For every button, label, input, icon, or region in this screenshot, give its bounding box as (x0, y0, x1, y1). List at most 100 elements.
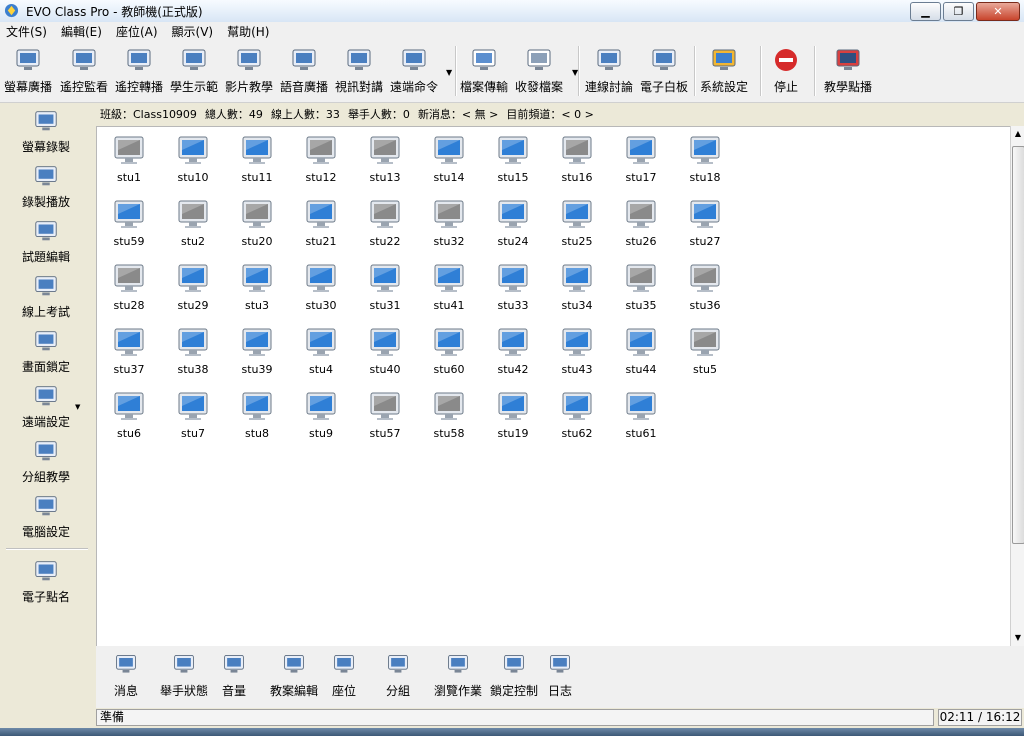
student-computer[interactable]: stu37 (97, 327, 161, 376)
bottom-button-volume[interactable]: 音量 (214, 652, 254, 699)
student-computer[interactable]: stu32 (417, 199, 481, 248)
student-computer[interactable]: stu3 (225, 263, 289, 312)
menu-edit[interactable]: 編輯(E) (55, 22, 110, 40)
vertical-scrollbar[interactable]: ▲ ▼ (1010, 126, 1024, 646)
student-computer[interactable]: stu21 (289, 199, 353, 248)
student-computer[interactable]: stu11 (225, 135, 289, 184)
student-computer[interactable]: stu40 (353, 327, 417, 376)
student-computer[interactable]: stu39 (225, 327, 289, 376)
student-computer[interactable]: stu13 (353, 135, 417, 184)
bottom-button-log[interactable]: 日志 (540, 652, 580, 699)
student-computer[interactable]: stu8 (225, 391, 289, 440)
toolbar-button-screen-broadcast[interactable]: 螢幕廣播 (2, 46, 54, 95)
student-computer[interactable]: stu33 (481, 263, 545, 312)
student-computer[interactable]: stu41 (417, 263, 481, 312)
student-computer[interactable]: stu5 (673, 327, 737, 376)
toolbar-button-student-demo[interactable]: 學生示範 (168, 46, 220, 95)
student-computer[interactable]: stu27 (673, 199, 737, 248)
restore-button[interactable]: ❐ (943, 2, 974, 21)
student-computer[interactable]: stu10 (161, 135, 225, 184)
toolbar-button-teaching-on-demand[interactable]: 教學點播 (820, 46, 876, 95)
student-computer[interactable]: stu20 (225, 199, 289, 248)
student-computer[interactable]: stu57 (353, 391, 417, 440)
toolbar-separator (455, 46, 457, 96)
sidebar-item-computer-settings[interactable]: 電腦設定 (4, 493, 88, 540)
student-computer[interactable]: stu9 (289, 391, 353, 440)
bottom-button-lock-control[interactable]: 鎖定控制 (484, 652, 544, 699)
scroll-down-icon[interactable]: ▼ (1011, 630, 1024, 646)
toolbar-button-whiteboard[interactable]: 電子白板 (638, 46, 690, 95)
student-computer[interactable]: stu4 (289, 327, 353, 376)
bottom-button-hand-raise[interactable]: 舉手狀態 (154, 652, 214, 699)
toolbar-button-remote-command[interactable]: 遠端命令 (388, 46, 440, 95)
student-computer[interactable]: stu61 (609, 391, 673, 440)
student-name: stu38 (177, 363, 209, 376)
student-computer[interactable]: stu31 (353, 263, 417, 312)
sidebar-item-group-teaching[interactable]: 分組教學 (4, 438, 88, 485)
toolbar-button-video-teaching[interactable]: 影片教學 (223, 46, 275, 95)
toolbar-button-stop[interactable]: 停止 (766, 46, 806, 95)
student-computer[interactable]: stu34 (545, 263, 609, 312)
student-computer[interactable]: stu22 (353, 199, 417, 248)
sidebar-item-online-exam[interactable]: 線上考試 (4, 273, 88, 320)
toolbar-button-remote-monitor[interactable]: 遙控監看 (58, 46, 110, 95)
toolbar-button-voice-broadcast[interactable]: 語音廣播 (278, 46, 330, 95)
student-computer[interactable]: stu30 (289, 263, 353, 312)
dropdown-arrow-icon[interactable]: ▼ (446, 68, 452, 77)
toolbar-label: 停止 (773, 80, 798, 94)
menu-seat[interactable]: 座位(A) (110, 22, 166, 40)
bottom-button-browse-homework[interactable]: 瀏覽作業 (428, 652, 488, 699)
menu-view[interactable]: 顯示(V) (166, 22, 222, 40)
toolbar-button-online-discussion[interactable]: 連線討論 (583, 46, 635, 95)
bottom-button-grouping[interactable]: 分組 (378, 652, 418, 699)
student-computer[interactable]: stu29 (161, 263, 225, 312)
menu-file[interactable]: 文件(S) (0, 22, 55, 40)
student-computer[interactable]: stu19 (481, 391, 545, 440)
student-computer[interactable]: stu60 (417, 327, 481, 376)
student-computer[interactable]: stu14 (417, 135, 481, 184)
minimize-button[interactable]: ▁ (910, 2, 941, 21)
student-name: stu14 (433, 171, 465, 184)
toolbar-button-system-settings[interactable]: 系統設定 (698, 46, 750, 95)
student-computer[interactable]: stu58 (417, 391, 481, 440)
student-computer[interactable]: stu15 (481, 135, 545, 184)
toolbar-button-remote-relay[interactable]: 遙控轉播 (113, 46, 165, 95)
student-computer[interactable]: stu62 (545, 391, 609, 440)
student-computer[interactable]: stu26 (609, 199, 673, 248)
sidebar-item-roll-call[interactable]: 電子點名 (4, 558, 88, 605)
student-computer[interactable]: stu17 (609, 135, 673, 184)
student-computer[interactable]: stu16 (545, 135, 609, 184)
student-computer[interactable]: stu12 (289, 135, 353, 184)
toolbar-button-video-intercom[interactable]: 視訊對講 (333, 46, 385, 95)
scroll-up-icon[interactable]: ▲ (1011, 126, 1024, 142)
bottom-button-message[interactable]: 消息 (106, 652, 146, 699)
toolbar-button-file-exchange[interactable]: 收發檔案 (513, 46, 565, 95)
student-computer[interactable]: stu42 (481, 327, 545, 376)
student-computer[interactable]: stu7 (161, 391, 225, 440)
student-computer[interactable]: stu35 (609, 263, 673, 312)
student-computer[interactable]: stu36 (673, 263, 737, 312)
sidebar-item-screen-lock[interactable]: 畫面鎖定 (4, 328, 88, 375)
student-computer[interactable]: stu25 (545, 199, 609, 248)
student-computer[interactable]: stu1 (97, 135, 161, 184)
sidebar-item-record-playback[interactable]: 錄製播放 (4, 163, 88, 210)
sidebar-item-exam-edit[interactable]: 試題編輯 (4, 218, 88, 265)
toolbar-separator (578, 46, 580, 96)
bottom-button-seating[interactable]: 座位 (324, 652, 364, 699)
sidebar-item-screen-record[interactable]: 螢幕錄製 (4, 108, 88, 155)
scroll-thumb[interactable] (1012, 146, 1024, 544)
bottom-button-lesson-plan[interactable]: 教案編輯 (264, 652, 324, 699)
student-computer[interactable]: stu43 (545, 327, 609, 376)
close-button[interactable]: ✕ (976, 2, 1020, 21)
remote-settings-dropdown-icon[interactable]: ▼ (75, 403, 80, 411)
student-computer[interactable]: stu38 (161, 327, 225, 376)
student-computer[interactable]: stu28 (97, 263, 161, 312)
student-computer[interactable]: stu6 (97, 391, 161, 440)
menu-help[interactable]: 幫助(H) (221, 22, 277, 40)
student-computer[interactable]: stu44 (609, 327, 673, 376)
student-computer[interactable]: stu2 (161, 199, 225, 248)
student-computer[interactable]: stu18 (673, 135, 737, 184)
student-computer[interactable]: stu24 (481, 199, 545, 248)
student-computer[interactable]: stu59 (97, 199, 161, 248)
toolbar-button-file-transfer[interactable]: 檔案傳輸 (458, 46, 510, 95)
